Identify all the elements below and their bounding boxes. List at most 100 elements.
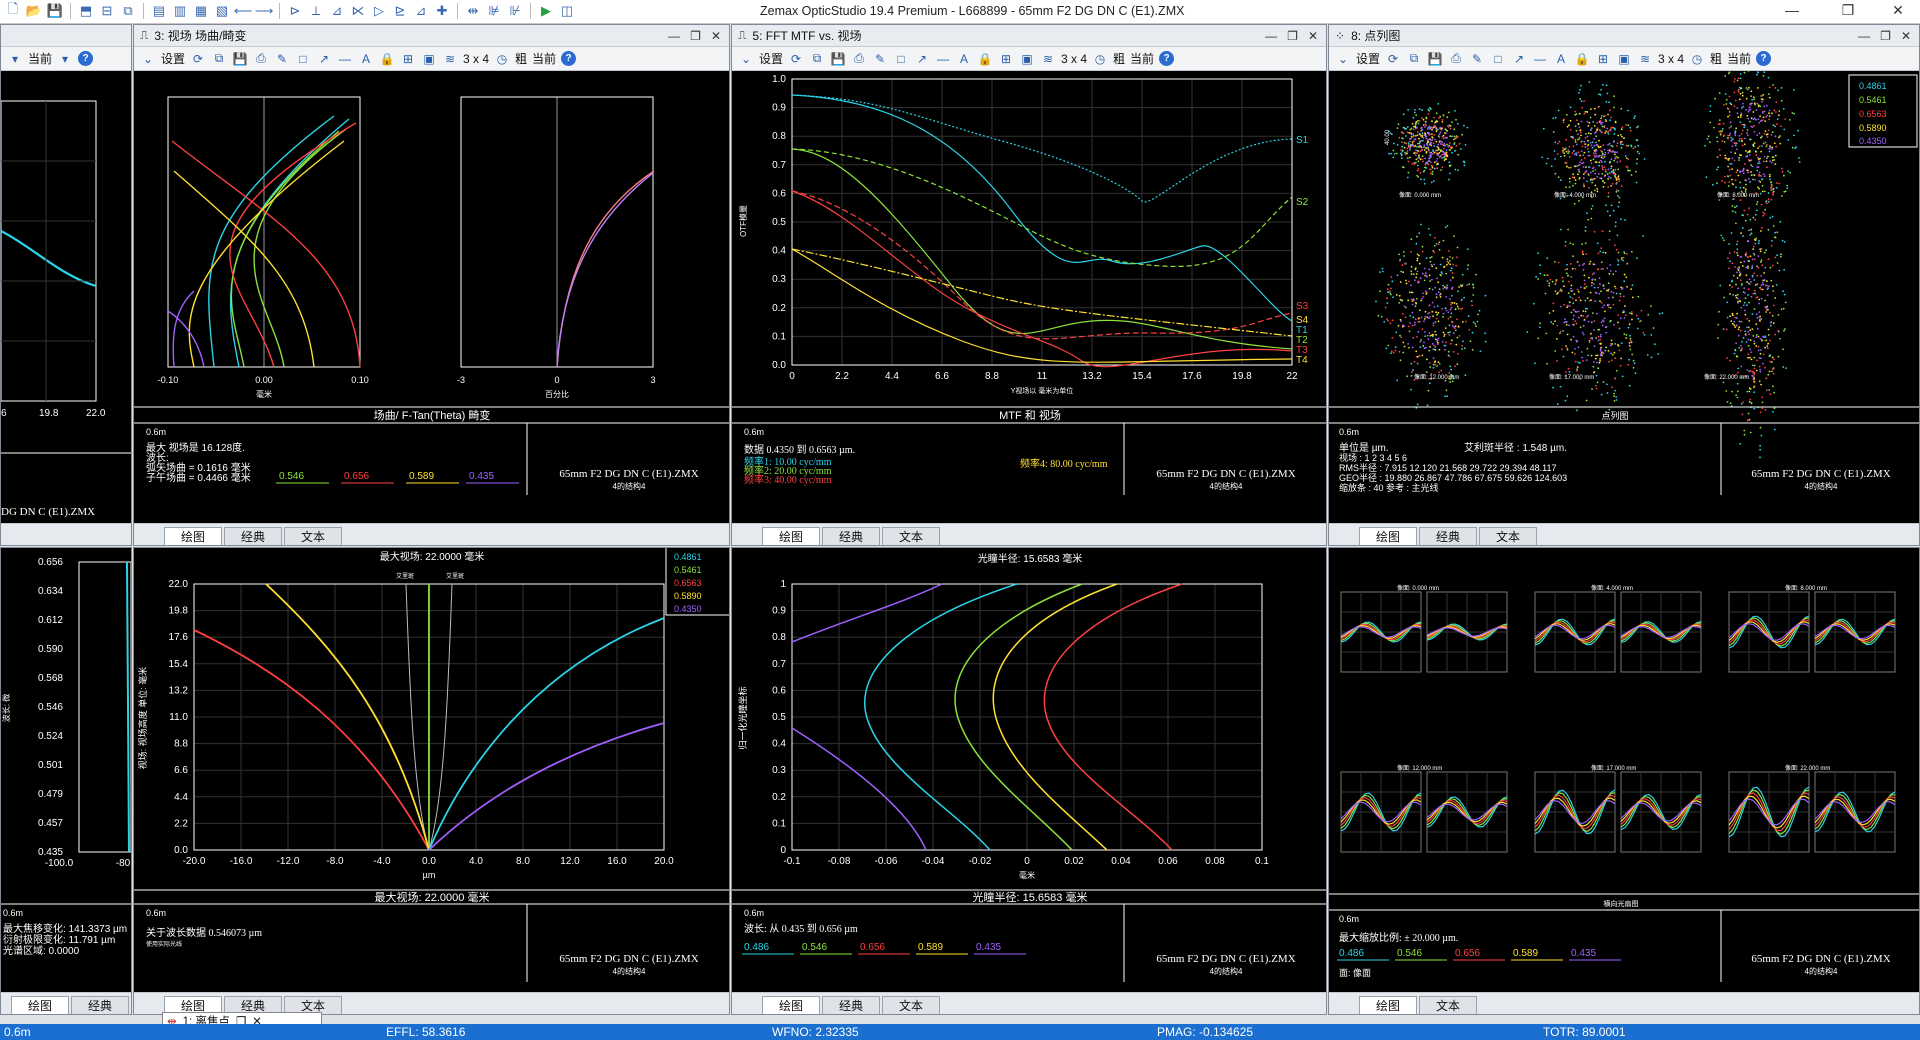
open-file-icon[interactable]: 📂 [25, 2, 43, 20]
layout-icon[interactable]: ⟂ [307, 2, 325, 20]
layers-icon[interactable]: ≋ [442, 51, 458, 67]
help-icon[interactable]: ? [1756, 51, 1772, 66]
text-icon[interactable]: A [956, 51, 972, 67]
sample-icon[interactable]: ⇹ [464, 2, 482, 20]
copy-icon[interactable]: ⧉ [809, 51, 825, 67]
ray-trace-icon[interactable]: ⊳ [286, 2, 304, 20]
text-icon[interactable]: A [358, 51, 374, 67]
layers-icon[interactable]: ≋ [1040, 51, 1056, 67]
window-icon[interactable]: ▣ [421, 51, 437, 67]
help-icon[interactable]: ? [561, 51, 577, 66]
fit-icon[interactable]: ⊯ [485, 2, 503, 20]
settings-button[interactable]: 设置 [1356, 50, 1380, 67]
window-icon[interactable]: ▣ [1616, 51, 1632, 67]
maximize-button[interactable]: ❐ [1828, 2, 1868, 22]
save-as-icon[interactable]: ⬒ [77, 2, 95, 20]
restore-icon[interactable]: ❐ [1880, 29, 1891, 43]
tab-classic[interactable]: 经典 [1419, 527, 1478, 545]
grid-icon[interactable]: ⊞ [998, 51, 1014, 67]
close-icon[interactable]: ✕ [1901, 29, 1911, 43]
redo-icon[interactable]: ⟶ [255, 2, 274, 20]
collapse-icon[interactable]: ⌄ [1335, 51, 1351, 67]
tab-graph[interactable]: 绘图 [1359, 996, 1418, 1014]
tab-graph[interactable]: 绘图 [164, 527, 223, 545]
help-icon[interactable]: ? [1159, 51, 1175, 66]
wave-icon[interactable]: ⊮ [506, 2, 524, 20]
tab-classic[interactable]: 经典 [822, 527, 881, 545]
restore-icon[interactable]: ❐ [690, 29, 701, 43]
fan-icon[interactable]: ⋉ [349, 2, 367, 20]
clock-icon[interactable]: ◷ [1092, 51, 1108, 67]
layers-icon[interactable]: ≋ [1637, 51, 1653, 67]
field-icon[interactable]: ⊿ [412, 2, 430, 20]
minimize-button[interactable]: — [1772, 2, 1812, 22]
restore-icon[interactable]: ❐ [1287, 29, 1298, 43]
rectangle-icon[interactable]: □ [893, 51, 909, 67]
save-icon[interactable]: 💾 [46, 2, 64, 20]
settings-button[interactable]: 设置 [161, 50, 185, 67]
window-icon[interactable]: ▣ [1019, 51, 1035, 67]
tab-classic[interactable]: 经典 [71, 996, 130, 1014]
grid-size[interactable]: 3 x 4 [1061, 52, 1087, 66]
pencil-icon[interactable]: ✎ [1469, 51, 1485, 67]
tab-classic[interactable]: 经典 [822, 996, 881, 1014]
minimize-icon[interactable]: — [668, 29, 680, 43]
lens-icon[interactable]: ⊿ [328, 2, 346, 20]
doc-icon[interactable]: ▤ [150, 2, 168, 20]
dropdown-icon[interactable]: ▾ [57, 51, 73, 67]
minimize-icon[interactable]: — [1265, 29, 1277, 43]
line-icon[interactable]: — [1532, 51, 1548, 67]
collapse-icon[interactable]: ⌄ [140, 51, 156, 67]
print-icon[interactable]: ⎙ [1448, 51, 1464, 67]
current-dropdown[interactable]: 当前 [1130, 50, 1154, 67]
tab-text[interactable]: 文本 [882, 527, 941, 545]
stop-icon[interactable]: ◫ [558, 2, 576, 20]
current-dropdown[interactable]: 当前 [532, 50, 556, 67]
tab-graph[interactable]: 绘图 [1359, 527, 1418, 545]
dropdown-icon[interactable]: ▾ [7, 51, 23, 67]
line-icon[interactable]: — [935, 51, 951, 67]
arrow-icon[interactable]: ↗ [1511, 51, 1527, 67]
help-icon[interactable]: ? [78, 51, 94, 66]
run-icon[interactable]: ▶ [537, 2, 555, 20]
undo-icon[interactable]: ⟵ [234, 2, 253, 20]
optimize-icon[interactable]: ✚ [433, 2, 451, 20]
lock-icon[interactable]: 🔒 [1574, 51, 1590, 67]
tab-text[interactable]: 文本 [882, 996, 941, 1014]
grid-icon[interactable]: ⊞ [1595, 51, 1611, 67]
rough-dropdown[interactable]: 粗 [1113, 50, 1125, 67]
clock-icon[interactable]: ◷ [494, 51, 510, 67]
arrow-icon[interactable]: ↗ [914, 51, 930, 67]
refresh-icon[interactable]: ⟳ [190, 51, 206, 67]
doc2-icon[interactable]: ▥ [171, 2, 189, 20]
collapse-icon[interactable]: ⌄ [738, 51, 754, 67]
refresh-icon[interactable]: ⟳ [788, 51, 804, 67]
lock-icon[interactable]: 🔒 [977, 51, 993, 67]
settings-button[interactable]: 设置 [759, 50, 783, 67]
current-dropdown[interactable]: 当前 [28, 50, 52, 67]
tab-classic[interactable]: 经典 [224, 527, 283, 545]
tab-graph[interactable]: 绘图 [762, 996, 821, 1014]
grid-icon[interactable]: ⊞ [400, 51, 416, 67]
print-icon[interactable]: ⎙ [851, 51, 867, 67]
pencil-icon[interactable]: ✎ [274, 51, 290, 67]
save-icon[interactable]: 💾 [232, 51, 248, 67]
grid-size[interactable]: 3 x 4 [1658, 52, 1684, 66]
text-icon[interactable]: A [1553, 51, 1569, 67]
rectangle-icon[interactable]: □ [1490, 51, 1506, 67]
close-icon[interactable]: ✕ [711, 29, 721, 43]
new-file-icon[interactable]: 🗋 [4, 1, 22, 20]
grid-size[interactable]: 3 x 4 [463, 52, 489, 66]
tab-graph[interactable]: 绘图 [762, 527, 821, 545]
tab-text[interactable]: 文本 [1479, 527, 1538, 545]
save-icon[interactable]: 💾 [1427, 51, 1443, 67]
line-icon[interactable]: — [337, 51, 353, 67]
refresh-icon[interactable]: ⟳ [1385, 51, 1401, 67]
copy-icon[interactable]: ⧉ [1406, 51, 1422, 67]
close-button[interactable]: ✕ [1878, 2, 1918, 22]
tab-text[interactable]: 文本 [284, 527, 343, 545]
tab-graph[interactable]: 绘图 [11, 996, 70, 1014]
close-icon[interactable]: ✕ [1308, 29, 1318, 43]
minimize-icon[interactable]: — [1858, 29, 1870, 43]
print-icon[interactable]: ⎙ [253, 51, 269, 67]
